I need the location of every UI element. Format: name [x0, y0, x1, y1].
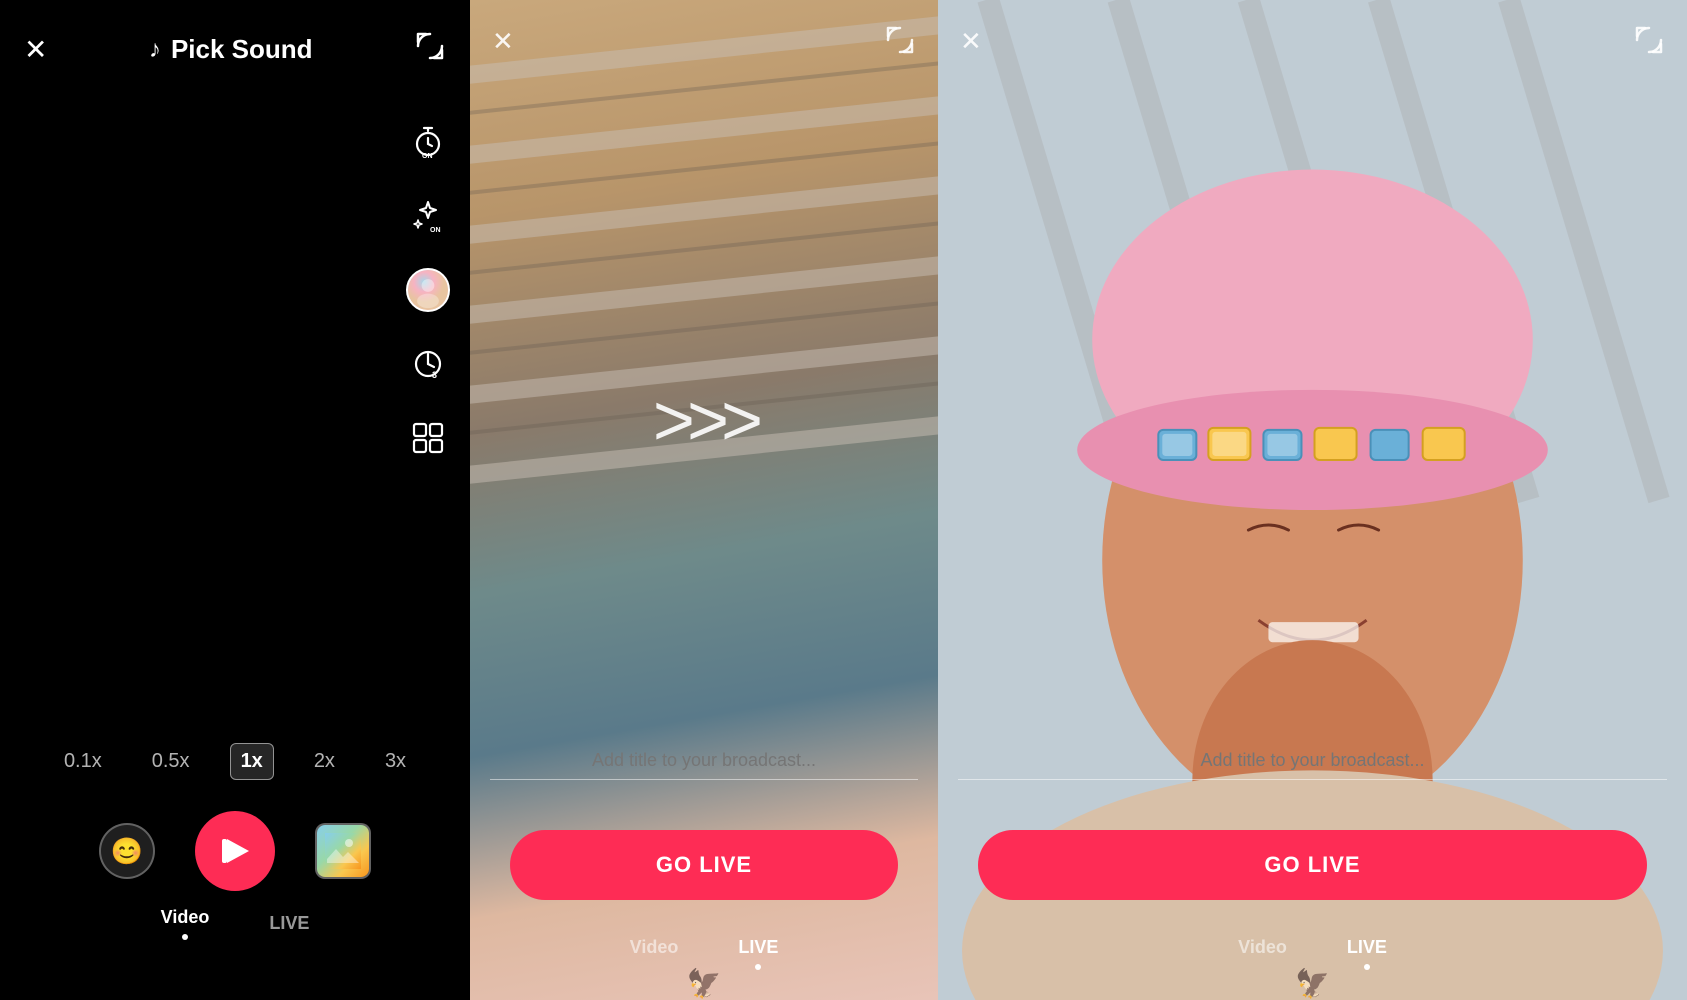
sidebar-icons: ON ON — [406, 120, 450, 460]
countdown-3-button[interactable]: 3 — [406, 342, 450, 386]
footer-decoration: 🦅 — [687, 967, 722, 1000]
svg-text:ON: ON — [422, 153, 433, 160]
svg-text:ON: ON — [430, 227, 441, 234]
bottom-controls: 😊 — [0, 811, 470, 940]
svg-text:3: 3 — [432, 370, 437, 380]
speed-2x-button[interactable]: 2x — [304, 744, 345, 779]
gallery-icon — [317, 825, 369, 877]
pick-sound-header: ♪ Pick Sound — [149, 34, 313, 65]
speed-controls: 0.1x 0.5x 1x 2x 3x — [0, 743, 470, 780]
templates-button[interactable] — [406, 416, 450, 460]
flip-camera-button[interactable] — [414, 30, 446, 69]
tab-live-label: LIVE — [269, 913, 309, 934]
middle-tab-video-label: Video — [630, 937, 679, 958]
speed-3x-button[interactable]: 3x — [375, 744, 416, 779]
middle-camera-preview: >>> ✕ GO LIVE Video LIVE — [470, 0, 938, 1000]
right-tab-video[interactable]: Video — [1238, 937, 1287, 970]
go-live-button-right[interactable]: GO LIVE — [978, 830, 1647, 900]
tab-video[interactable]: Video — [161, 907, 210, 940]
capture-row: 😊 — [0, 811, 470, 891]
middle-flip-button[interactable] — [884, 24, 916, 63]
music-icon: ♪ — [149, 36, 161, 64]
close-button[interactable]: ✕ — [24, 36, 47, 64]
right-tab-video-label: Video — [1238, 937, 1287, 958]
tab-live[interactable]: LIVE — [269, 913, 309, 934]
right-tab-live-dot — [1364, 964, 1370, 970]
middle-tabs: Video LIVE — [470, 937, 938, 970]
broadcast-title-input-right[interactable] — [958, 742, 1667, 780]
top-bar: ✕ ♪ Pick Sound — [0, 0, 470, 89]
middle-tab-video[interactable]: Video — [630, 937, 679, 970]
middle-tab-live-dot — [755, 964, 761, 970]
right-footer-decoration: 🦅 — [1295, 967, 1330, 1000]
right-tab-live-label: LIVE — [1347, 937, 1387, 958]
right-panel: ✕ GO LIVE Video LIVE 🦅 — [938, 0, 1687, 1000]
speed-0.1x-button[interactable]: 0.1x — [54, 744, 112, 779]
right-camera-preview: ✕ GO LIVE Video LIVE 🦅 — [938, 0, 1687, 1000]
gallery-button[interactable] — [315, 823, 371, 879]
record-button[interactable] — [195, 811, 275, 891]
speed-1x-button[interactable]: 1x — [230, 743, 274, 780]
middle-close-button[interactable]: ✕ — [492, 26, 514, 57]
middle-tab-live-label: LIVE — [738, 937, 778, 958]
effects-button[interactable]: ON — [406, 194, 450, 238]
go-live-button-middle[interactable]: GO LIVE — [510, 830, 898, 900]
right-tabs: Video LIVE — [938, 937, 1687, 970]
forward-chevrons: >>> — [653, 380, 755, 462]
speed-0.5x-button[interactable]: 0.5x — [142, 744, 200, 779]
left-panel: ✕ ♪ Pick Sound ON — [0, 0, 470, 1000]
pick-sound-label: Pick Sound — [171, 34, 313, 65]
middle-tab-live[interactable]: LIVE — [738, 937, 778, 970]
timer-on-button[interactable]: ON — [406, 120, 450, 164]
left-tabs: Video LIVE — [161, 907, 310, 940]
right-flip-button[interactable] — [1633, 24, 1665, 63]
right-tab-live[interactable]: LIVE — [1347, 937, 1387, 970]
avatar-button[interactable] — [406, 268, 450, 312]
broadcast-title-input-middle[interactable] — [490, 742, 918, 780]
middle-panel: >>> ✕ GO LIVE Video LIVE — [470, 0, 938, 1000]
emoji-button[interactable]: 😊 — [99, 823, 155, 879]
right-close-button[interactable]: ✕ — [960, 26, 982, 57]
tab-video-label: Video — [161, 907, 210, 928]
blinds-overlay — [470, 0, 938, 550]
tab-video-dot — [182, 934, 188, 940]
